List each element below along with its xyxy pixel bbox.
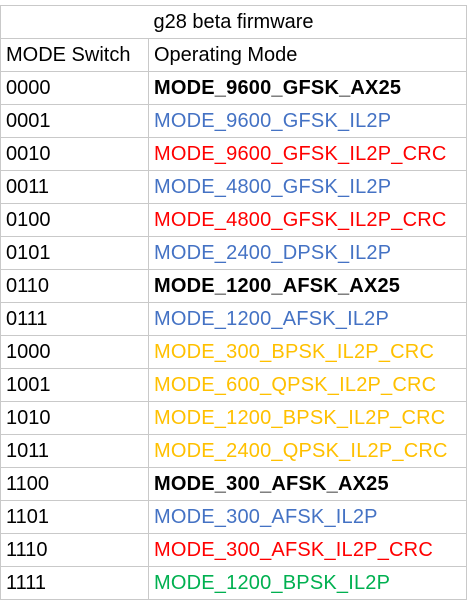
spreadsheet-sheet: g28 beta firmware MODE Switch Operating … [0,0,468,600]
operating-mode-cell[interactable]: MODE_300_AFSK_IL2P [147,500,468,534]
table-row: 0100 MODE_4800_GFSK_IL2P_CRC [0,203,468,237]
operating-mode-header-cell[interactable]: Operating Mode [147,38,468,72]
mode-switch-cell[interactable]: 1011 [0,434,149,468]
mode-switch-cell[interactable]: 0011 [0,170,149,204]
table-row: 1001 MODE_600_QPSK_IL2P_CRC [0,368,468,402]
mode-switch-cell[interactable]: 0110 [0,269,149,303]
mode-switch-cell[interactable]: 1100 [0,467,149,501]
operating-mode-cell[interactable]: MODE_9600_GFSK_IL2P_CRC [147,137,468,171]
header-row: MODE Switch Operating Mode [0,38,468,72]
operating-mode-cell[interactable]: MODE_2400_DPSK_IL2P [147,236,468,270]
table-row: 0001 MODE_9600_GFSK_IL2P [0,104,468,138]
operating-mode-cell[interactable]: MODE_1200_BPSK_IL2P_CRC [147,401,468,435]
table-row: 1101 MODE_300_AFSK_IL2P [0,500,468,534]
operating-mode-cell[interactable]: MODE_300_AFSK_IL2P_CRC [147,533,468,567]
mode-switch-cell[interactable]: 0111 [0,302,149,336]
table-row: 0111 MODE_1200_AFSK_IL2P [0,302,468,336]
operating-mode-cell[interactable]: MODE_4800_GFSK_IL2P [147,170,468,204]
mode-switch-cell[interactable]: 1010 [0,401,149,435]
table-row: 1011 MODE_2400_QPSK_IL2P_CRC [0,434,468,468]
mode-switch-cell[interactable]: 1110 [0,533,149,567]
table-row: 0110 MODE_1200_AFSK_AX25 [0,269,468,303]
title-row: g28 beta firmware [0,5,468,39]
operating-mode-cell[interactable]: MODE_1200_AFSK_IL2P [147,302,468,336]
operating-mode-cell[interactable]: MODE_1200_BPSK_IL2P [147,566,468,600]
table-row: 0010 MODE_9600_GFSK_IL2P_CRC [0,137,468,171]
operating-mode-cell[interactable]: MODE_9600_GFSK_IL2P [147,104,468,138]
table-row: 1000 MODE_300_BPSK_IL2P_CRC [0,335,468,369]
mode-switch-cell[interactable]: 1101 [0,500,149,534]
mode-switch-cell[interactable]: 0010 [0,137,149,171]
table-row: 1010 MODE_1200_BPSK_IL2P_CRC [0,401,468,435]
table-row: 1111 MODE_1200_BPSK_IL2P [0,566,468,600]
operating-mode-cell[interactable]: MODE_300_AFSK_AX25 [147,467,468,501]
operating-mode-cell[interactable]: MODE_4800_GFSK_IL2P_CRC [147,203,468,237]
operating-mode-cell[interactable]: MODE_2400_QPSK_IL2P_CRC [147,434,468,468]
table-row: 1100 MODE_300_AFSK_AX25 [0,467,468,501]
mode-switch-header-cell[interactable]: MODE Switch [0,38,149,72]
mode-switch-cell[interactable]: 1001 [0,368,149,402]
mode-switch-cell[interactable]: 0001 [0,104,149,138]
table-body: g28 beta firmware MODE Switch Operating … [0,5,468,600]
table-title-cell[interactable]: g28 beta firmware [0,5,468,39]
mode-switch-cell[interactable]: 0000 [0,71,149,105]
table-row: 0101 MODE_2400_DPSK_IL2P [0,236,468,270]
table-row: 1110 MODE_300_AFSK_IL2P_CRC [0,533,468,567]
table-row: 0000 MODE_9600_GFSK_AX25 [0,71,468,105]
operating-mode-cell[interactable]: MODE_9600_GFSK_AX25 [147,71,468,105]
table-row: 0011 MODE_4800_GFSK_IL2P [0,170,468,204]
mode-switch-cell[interactable]: 1000 [0,335,149,369]
mode-switch-cell[interactable]: 0100 [0,203,149,237]
firmware-mode-table: g28 beta firmware MODE Switch Operating … [0,5,468,600]
operating-mode-cell[interactable]: MODE_600_QPSK_IL2P_CRC [147,368,468,402]
mode-switch-cell[interactable]: 1111 [0,566,149,600]
operating-mode-cell[interactable]: MODE_1200_AFSK_AX25 [147,269,468,303]
operating-mode-cell[interactable]: MODE_300_BPSK_IL2P_CRC [147,335,468,369]
mode-switch-cell[interactable]: 0101 [0,236,149,270]
